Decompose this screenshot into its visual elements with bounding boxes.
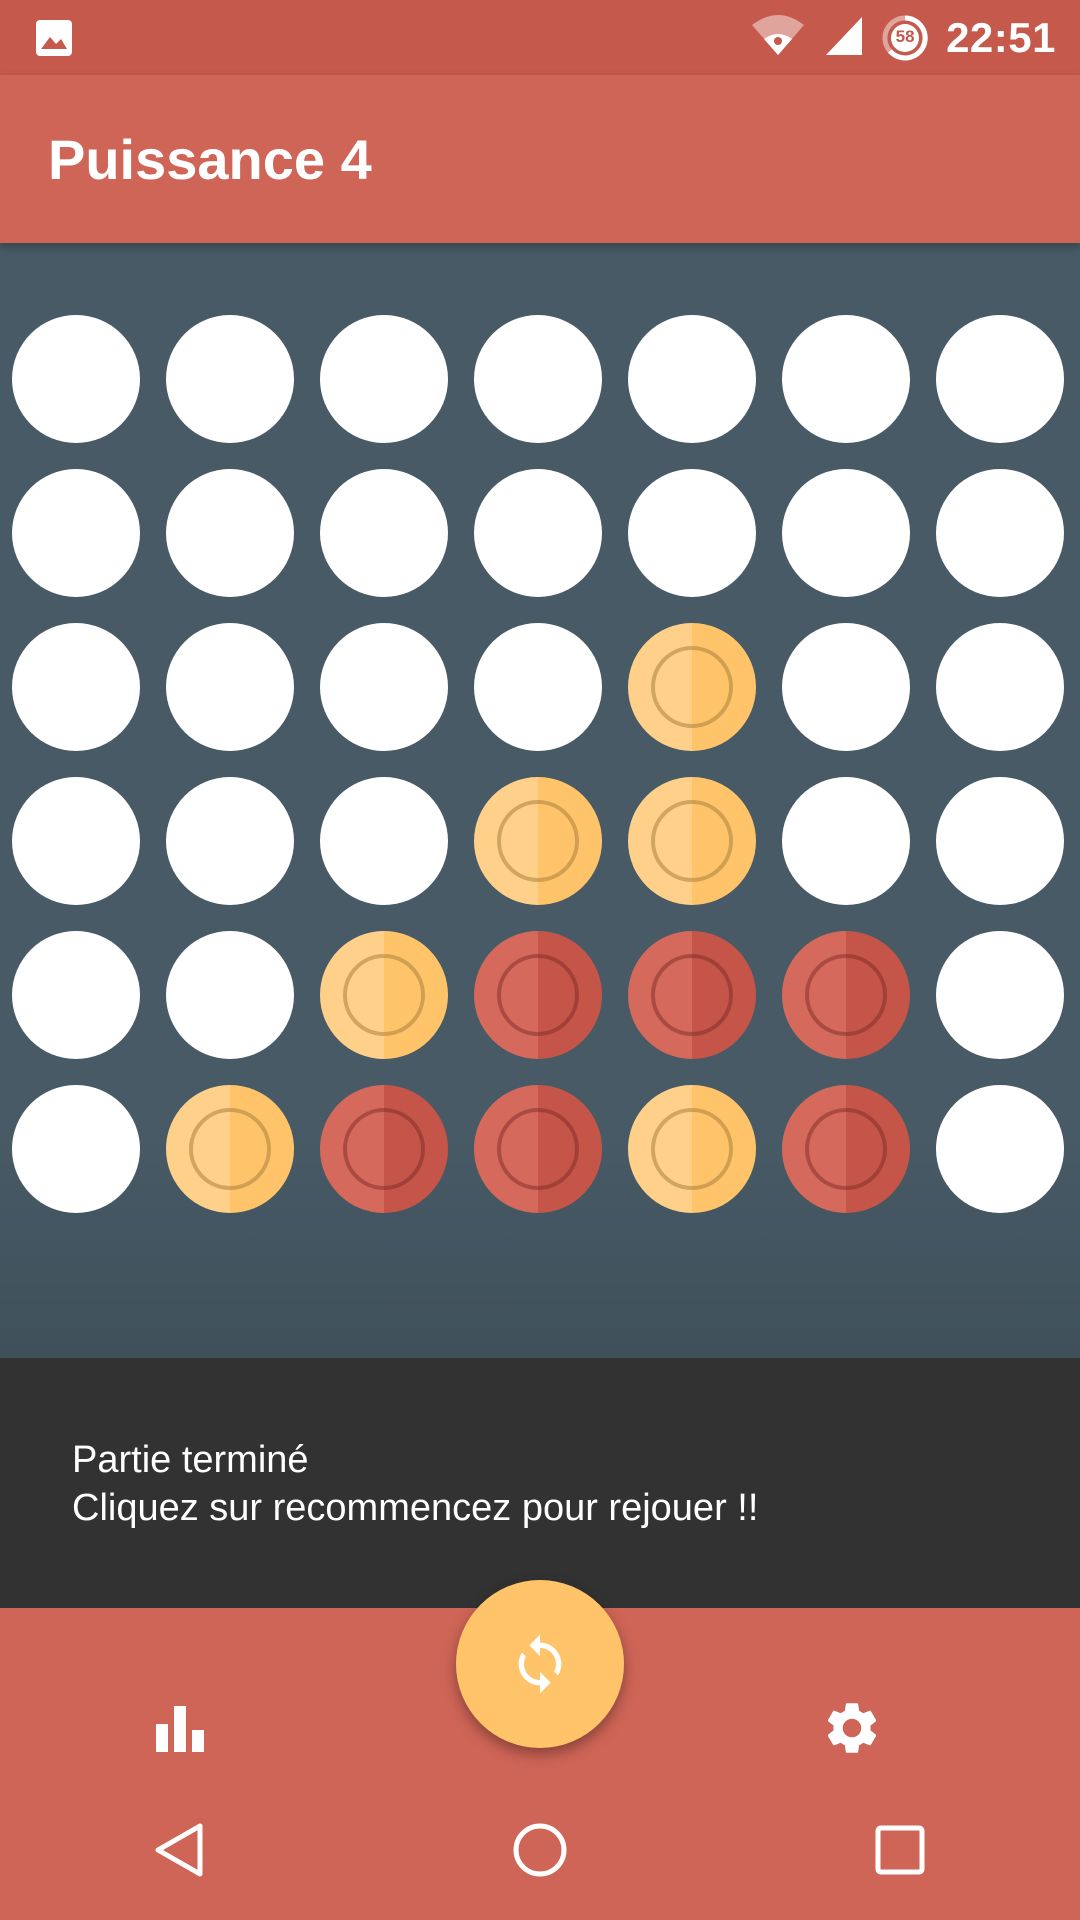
board-cell-red[interactable] — [474, 931, 602, 1059]
token-ring — [189, 1108, 271, 1190]
token-ring — [343, 1108, 425, 1190]
system-nav-bar — [0, 1780, 1080, 1920]
board-cell-empty[interactable] — [12, 777, 140, 905]
board-cell-empty[interactable] — [782, 315, 910, 443]
board-cell-empty[interactable] — [628, 469, 756, 597]
refresh-icon — [518, 1634, 562, 1694]
token-ring — [651, 646, 733, 728]
restart-button[interactable] — [456, 1580, 624, 1748]
board-cell-empty[interactable] — [936, 1085, 1064, 1213]
status-bar: 58 22:51 — [0, 0, 1080, 75]
board-cell-empty[interactable] — [320, 623, 448, 751]
settings-button[interactable] — [792, 1668, 912, 1788]
board-cell-red[interactable] — [628, 931, 756, 1059]
board-cell-empty[interactable] — [320, 469, 448, 597]
token-ring — [651, 954, 733, 1036]
board-cell-empty[interactable] — [166, 931, 294, 1059]
recents-icon — [875, 1825, 925, 1875]
snackbar-line-2: Cliquez sur recommencez pour rejouer !! — [72, 1487, 759, 1529]
board-cell-empty[interactable] — [474, 469, 602, 597]
board-cell-empty[interactable] — [936, 315, 1064, 443]
token-ring — [497, 800, 579, 882]
board-cell-yellow[interactable] — [628, 1085, 756, 1213]
board-cell-empty[interactable] — [12, 931, 140, 1059]
board-cell-yellow[interactable] — [628, 623, 756, 751]
board-cell-empty[interactable] — [782, 777, 910, 905]
recents-button[interactable] — [840, 1790, 960, 1910]
board-cell-yellow[interactable] — [166, 1085, 294, 1213]
status-time: 22:51 — [946, 13, 1056, 61]
home-button[interactable] — [480, 1790, 600, 1910]
board-cell-empty[interactable] — [166, 777, 294, 905]
game-board — [0, 243, 1080, 1358]
board-cell-empty[interactable] — [166, 623, 294, 751]
board-cell-empty[interactable] — [320, 315, 448, 443]
board-cell-empty[interactable] — [12, 315, 140, 443]
home-icon — [513, 1823, 567, 1877]
board-cell-red[interactable] — [320, 1085, 448, 1213]
battery-icon: 58 — [882, 14, 928, 61]
board-cell-red[interactable] — [782, 931, 910, 1059]
board-cell-empty[interactable] — [320, 777, 448, 905]
board-cell-empty[interactable] — [628, 315, 756, 443]
board-cell-empty[interactable] — [474, 315, 602, 443]
token-ring — [805, 954, 887, 1036]
bar-chart-icon — [156, 1706, 204, 1752]
gear-icon — [827, 1703, 877, 1753]
board-cell-yellow[interactable] — [474, 777, 602, 905]
board-cell-empty[interactable] — [936, 469, 1064, 597]
board-cell-empty[interactable] — [936, 623, 1064, 751]
board-cell-empty[interactable] — [936, 777, 1064, 905]
board-cell-yellow[interactable] — [320, 931, 448, 1059]
board-cell-empty[interactable] — [166, 315, 294, 443]
app-title: Puissance 4 — [48, 128, 372, 191]
token-ring — [497, 1108, 579, 1190]
board-cell-empty[interactable] — [474, 623, 602, 751]
token-ring — [651, 1108, 733, 1190]
image-icon — [34, 18, 74, 58]
signal-icon — [824, 13, 864, 62]
back-button[interactable] — [120, 1790, 240, 1910]
board-cell-empty[interactable] — [166, 469, 294, 597]
wifi-icon — [750, 13, 806, 62]
board-cell-empty[interactable] — [782, 469, 910, 597]
board-cell-empty[interactable] — [12, 623, 140, 751]
snackbar-message: Partie terminé Cliquez sur recommencez p… — [72, 1436, 758, 1532]
board-cell-empty[interactable] — [782, 623, 910, 751]
token-ring — [651, 800, 733, 882]
token-ring — [343, 954, 425, 1036]
battery-level: 58 — [895, 26, 915, 46]
board-grid — [12, 315, 1064, 1213]
back-icon — [155, 1823, 203, 1877]
stats-button[interactable] — [120, 1668, 240, 1788]
board-cell-empty[interactable] — [12, 1085, 140, 1213]
snackbar: Partie terminé Cliquez sur recommencez p… — [0, 1358, 1080, 1608]
board-cell-red[interactable] — [782, 1085, 910, 1213]
board-cell-empty[interactable] — [12, 469, 140, 597]
board-cell-empty[interactable] — [936, 931, 1064, 1059]
app-bar: Puissance 4 — [0, 75, 1080, 243]
board-cell-yellow[interactable] — [628, 777, 756, 905]
board-cell-red[interactable] — [474, 1085, 602, 1213]
token-ring — [497, 954, 579, 1036]
snackbar-line-1: Partie terminé — [72, 1439, 309, 1481]
token-ring — [805, 1108, 887, 1190]
